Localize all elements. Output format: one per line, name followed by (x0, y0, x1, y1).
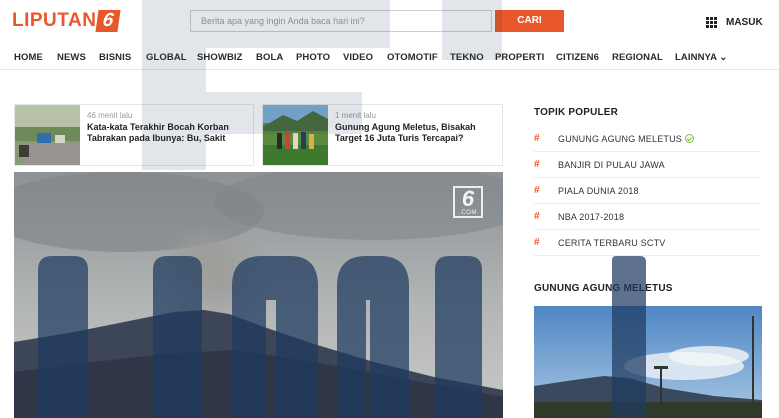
site-header: LIPUTAN 6 Berita apa yang ingin Anda bac… (0, 0, 779, 42)
topic-item[interactable]: # PIALA DUNIA 2018 (534, 178, 760, 204)
topic-item[interactable]: # NBA 2017-2018 (534, 204, 760, 230)
headline-image[interactable]: 6 .COM (14, 172, 503, 418)
nav-item-photo[interactable]: PHOTO (296, 52, 330, 63)
topic-item[interactable]: # GUNUNG AGUNG MELETUS (534, 126, 760, 152)
hash-icon: # (534, 237, 540, 248)
login-button[interactable]: MASUK (706, 15, 763, 29)
topic-item[interactable]: # CERITA TERBARU SCTV (534, 230, 760, 256)
grid-icon[interactable] (706, 16, 717, 28)
nav-item-global[interactable]: GLOBAL (146, 52, 187, 63)
login-label: MASUK (726, 16, 763, 28)
nav-item-tekno[interactable]: TEKNO (450, 52, 484, 63)
volcano-thumbnail (534, 306, 762, 418)
nav-item-otomotif[interactable]: OTOMOTIF (387, 52, 438, 63)
article-title-line[interactable]: Kata-kata Terakhir Bocah Korban (87, 122, 229, 133)
hash-icon: # (534, 211, 540, 222)
topic-label[interactable]: NBA 2017-2018 (558, 212, 624, 222)
site-logo[interactable]: LIPUTAN 6 (12, 10, 121, 32)
nav-item-home[interactable]: HOME (14, 52, 43, 63)
article-title-line[interactable]: Tabrakan pada Ibunya: Bu, Sakit (87, 133, 225, 144)
article-time: 46 menit lalu (87, 111, 133, 120)
topic-label[interactable]: PIALA DUNIA 2018 (558, 186, 639, 196)
hash-icon: # (534, 185, 540, 196)
nav-item-properti[interactable]: PROPERTI (495, 52, 544, 63)
section-photo[interactable] (534, 306, 762, 418)
hash-icon: # (534, 159, 540, 170)
topic-item[interactable]: # BANJIR DI PULAU JAWA (534, 152, 760, 178)
nav-item-video[interactable]: VIDEO (343, 52, 373, 63)
article-title-line[interactable]: Gunung Agung Meletus, Bisakah (335, 122, 476, 133)
article-card[interactable]: 1 menit lalu Gunung Agung Meletus, Bisak… (262, 104, 503, 166)
topic-label[interactable]: CERITA TERBARU SCTV (558, 238, 666, 248)
nav-item-news[interactable]: NEWS (57, 52, 86, 63)
check-circle-icon (685, 134, 695, 143)
section-heading: GUNUNG AGUNG MELETUS (534, 283, 673, 294)
article-time: 1 menit lalu (335, 111, 376, 120)
volcano-photo (14, 172, 503, 418)
nav-item-bola[interactable]: BOLA (256, 52, 283, 63)
nav-item-showbiz[interactable]: SHOWBIZ (197, 52, 243, 63)
article-thumbnail[interactable] (263, 105, 328, 165)
topic-label[interactable]: BANJIR DI PULAU JAWA (558, 160, 665, 170)
nav-item-lainnya[interactable]: LAINNYA ⌄ (675, 52, 728, 63)
logo-text: LIPUTAN (12, 10, 97, 31)
search-button[interactable]: CARI (495, 10, 564, 32)
site-badge: 6 .COM (453, 186, 483, 218)
nav-item-citizen6[interactable]: CITIZEN6 (556, 52, 599, 63)
topic-label[interactable]: GUNUNG AGUNG MELETUS (558, 134, 695, 144)
article-title-line[interactable]: Target 16 Juta Turis Tercapai? (335, 133, 464, 144)
main-nav: HOME NEWS BISNIS GLOBAL SHOWBIZ BOLA PHO… (0, 43, 779, 70)
nav-item-bisnis[interactable]: BISNIS (99, 52, 131, 63)
logo-number: 6 (95, 10, 121, 32)
search-input[interactable]: Berita apa yang ingin Anda baca hari ini… (190, 10, 492, 32)
hash-icon: # (534, 133, 540, 144)
article-card[interactable]: 46 menit lalu Kata-kata Terakhir Bocah K… (14, 104, 254, 166)
popular-topics-heading: TOPIK POPULER (534, 107, 619, 118)
nav-item-regional[interactable]: REGIONAL (612, 52, 663, 63)
article-thumbnail[interactable] (15, 105, 80, 165)
